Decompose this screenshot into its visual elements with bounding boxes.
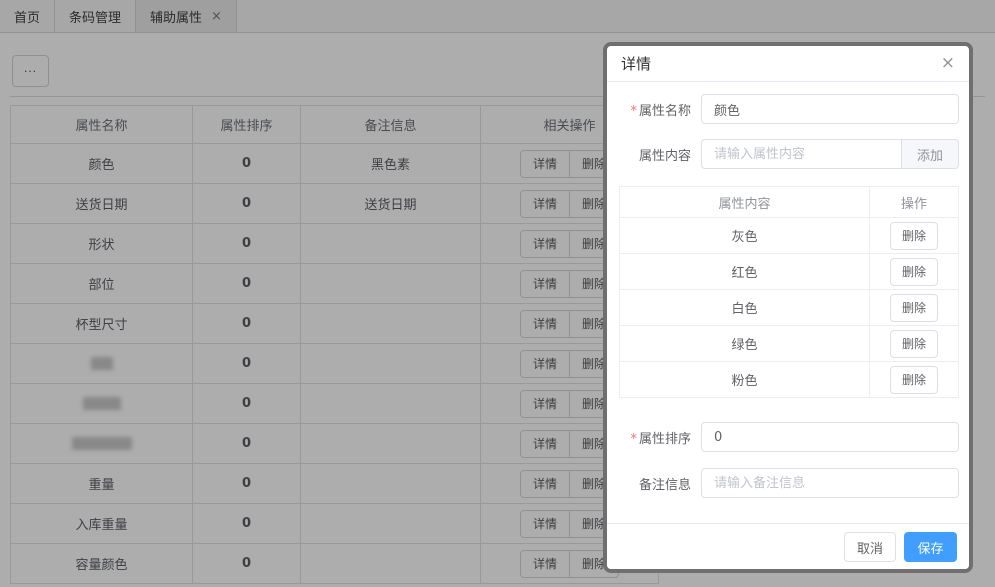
remark-field-row: 备注信息 — [619, 468, 959, 498]
close-icon[interactable]: × — [941, 55, 955, 72]
delete-button[interactable]: 删除 — [889, 257, 938, 286]
attr-content-row: 粉色 删除 — [619, 361, 959, 398]
attr-content-action-cell: 删除 — [869, 217, 959, 254]
attr-content-row: 红色 删除 — [619, 253, 959, 290]
attr-name-label: * 属性名称 — [630, 103, 691, 119]
attr-content-label: 属性内容 — [638, 148, 691, 164]
attr-name-field-row: * 属性名称 — [619, 94, 959, 124]
attr-content-action-cell: 删除 — [869, 361, 959, 398]
required-mark: * — [630, 103, 637, 119]
attr-content-row: 白色 删除 — [619, 289, 959, 326]
attr-content-field-row: 属性内容 添加 — [619, 139, 959, 169]
attr-content-value-cell: 绿色 — [619, 325, 870, 362]
attr-order-field-row: * 属性排序 — [619, 422, 959, 452]
delete-button[interactable]: 删除 — [889, 293, 938, 322]
add-button[interactable]: 添加 — [901, 139, 959, 169]
modal-title: 详情 — [621, 55, 652, 73]
attr-content-row: 灰色 删除 — [619, 217, 959, 254]
save-button[interactable]: 保存 — [904, 532, 957, 562]
attr-content-table: 属性内容 操作 灰色 删除 红色 删除 白色 删除 绿色 删除 粉色 删除 — [619, 186, 959, 398]
delete-button[interactable]: 删除 — [889, 329, 938, 358]
attr-order-input[interactable] — [701, 422, 959, 452]
remark-input[interactable] — [701, 468, 959, 498]
attr-order-label: * 属性排序 — [630, 431, 691, 447]
remark-label: 备注信息 — [638, 477, 691, 493]
attr-content-action-cell: 删除 — [869, 289, 959, 326]
modal-header: 详情 × — [607, 46, 969, 82]
attr-name-input[interactable] — [701, 94, 959, 124]
modal-body: *属性名称 属性内容 添加 属性内容操作 灰色删除红色删除白色删除绿色删除粉色删… — [607, 82, 969, 498]
attr-content-value-cell: 白色 — [619, 289, 870, 326]
column-header: 操作 — [869, 186, 959, 218]
delete-button[interactable]: 删除 — [889, 221, 938, 250]
column-header: 属性内容 — [619, 186, 870, 218]
attr-content-action-cell: 删除 — [869, 325, 959, 362]
attr-content-table-header: 属性内容 操作 — [619, 186, 959, 218]
attr-content-action-cell: 删除 — [869, 253, 959, 290]
cancel-button[interactable]: 取消 — [843, 532, 896, 562]
attr-content-input-group: 添加 — [701, 139, 959, 169]
attr-content-value-cell: 粉色 — [619, 361, 870, 398]
delete-button[interactable]: 删除 — [889, 365, 938, 394]
required-mark: * — [630, 431, 637, 447]
attr-content-row: 绿色 删除 — [619, 325, 959, 362]
detail-modal: 详情 × *属性名称 属性内容 添加 属性内容操作 灰色删除红色删除白色删除绿色… — [603, 42, 973, 573]
attr-content-value-cell: 红色 — [619, 253, 870, 290]
modal-footer: 取消 保存 — [607, 523, 969, 569]
attr-content-input[interactable] — [701, 139, 901, 169]
attr-content-value-cell: 灰色 — [619, 217, 870, 254]
